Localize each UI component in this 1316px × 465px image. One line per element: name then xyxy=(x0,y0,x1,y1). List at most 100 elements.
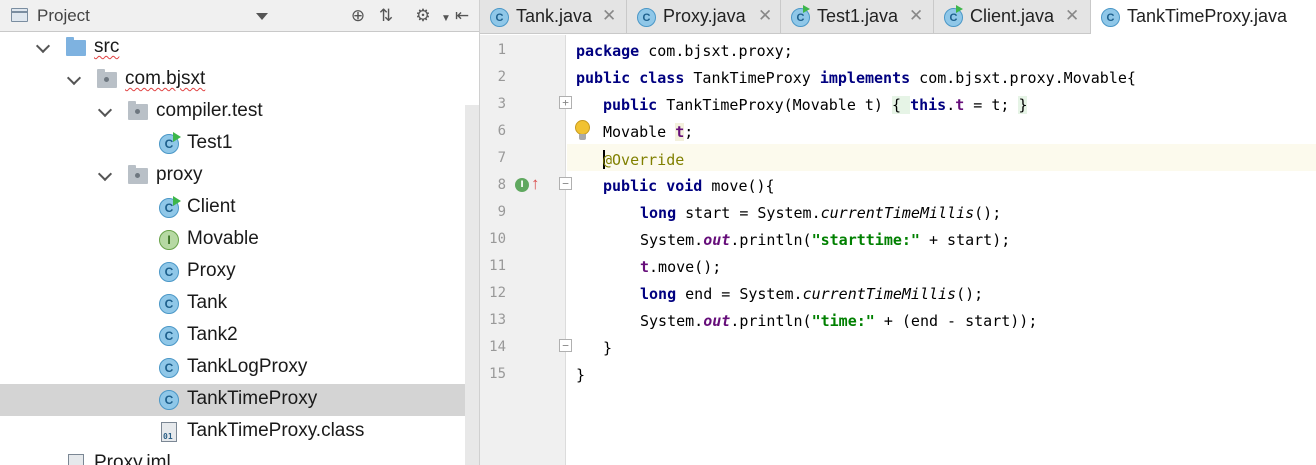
line-number: 3 xyxy=(497,96,506,112)
tree-item-proxy-iml[interactable]: Proxy.iml xyxy=(0,448,479,465)
line-number: 12 xyxy=(489,285,506,301)
line-number: 15 xyxy=(489,366,506,382)
tree-item-label: src xyxy=(94,36,120,57)
code-line-12: long end = System.currentTimeMillis(); xyxy=(640,285,984,303)
project-tree: src com.bjsxt compiler.test C Test1 prox… xyxy=(0,32,479,465)
tab-tanktimeproxy-java[interactable]: C TankTimeProxy.java xyxy=(1091,0,1316,35)
package-icon xyxy=(97,69,117,88)
runnable-icon xyxy=(956,5,963,13)
tree-item-label: Test1 xyxy=(187,132,233,153)
interface-icon: I xyxy=(159,230,179,250)
code-line-11: t.move(); xyxy=(640,258,722,276)
class-icon: C xyxy=(490,8,509,27)
close-icon[interactable]: ✕ xyxy=(1065,6,1079,26)
tree-item-tank2[interactable]: C Tank2 xyxy=(0,320,479,352)
tree-item-label: TankTimeProxy xyxy=(187,388,318,409)
code-line-9: long start = System.currentTimeMillis(); xyxy=(640,204,1002,222)
class-icon: C xyxy=(159,326,179,346)
tree-item-label: proxy xyxy=(156,164,203,185)
line-number: 1 xyxy=(497,42,506,58)
collapse-all-icon[interactable]: ⇅ xyxy=(374,4,398,28)
tree-item-test1[interactable]: C Test1 xyxy=(0,128,479,160)
tree-item-label: Proxy xyxy=(187,260,236,281)
tree-item-label: TankLogProxy xyxy=(187,356,308,377)
close-icon[interactable]: ✕ xyxy=(602,6,616,26)
intention-bulb-icon[interactable] xyxy=(573,120,591,142)
tree-item-client[interactable]: C Client xyxy=(0,192,479,224)
line-number: 11 xyxy=(489,258,506,274)
tree-item-proxy[interactable]: proxy xyxy=(0,160,479,192)
chevron-down-icon[interactable] xyxy=(66,70,82,86)
tree-item-label: Tank2 xyxy=(187,324,238,345)
chevron-down-icon[interactable] xyxy=(97,166,113,182)
code-line-7: @Override xyxy=(603,150,685,169)
arrow-up-icon[interactable]: ↑ xyxy=(531,175,540,192)
tree-item-tanktimeproxy[interactable]: C TankTimeProxy xyxy=(0,384,479,416)
tree-item-label: Movable xyxy=(187,228,259,249)
class-icon: C xyxy=(159,390,179,410)
tree-item-src[interactable]: src xyxy=(0,32,479,64)
chevron-down-icon[interactable] xyxy=(256,13,268,20)
code-line-10: System.out.println("starttime:" + start)… xyxy=(640,231,1011,249)
tree-item-compiler-test[interactable]: compiler.test xyxy=(0,96,479,128)
package-icon xyxy=(128,101,148,120)
tab-proxy-java[interactable]: C Proxy.java ✕ xyxy=(627,0,781,34)
implements-method-icon[interactable]: I xyxy=(515,178,529,192)
gear-icon[interactable]: ⚙ xyxy=(411,4,435,28)
tree-item-label: Client xyxy=(187,196,236,217)
tree-item-proxy-class[interactable]: C Proxy xyxy=(0,256,479,288)
runnable-icon xyxy=(803,5,810,13)
crosshair-icon[interactable]: ⊕ xyxy=(346,4,370,28)
code-area[interactable]: package com.bjsxt.proxy; public class Ta… xyxy=(567,35,1316,465)
tree-item-label: com.bjsxt xyxy=(125,68,206,89)
line-number: 9 xyxy=(497,204,506,220)
line-number: 7 xyxy=(497,150,506,166)
line-number: 10 xyxy=(489,231,506,247)
tree-item-tank[interactable]: C Tank xyxy=(0,288,479,320)
code-line-3: public TankTimeProxy(Movable t) { this.t… xyxy=(603,96,1028,114)
tree-item-movable[interactable]: I Movable xyxy=(0,224,479,256)
close-icon[interactable]: ✕ xyxy=(758,6,772,26)
class-icon: C xyxy=(1101,8,1120,27)
line-number: 14 xyxy=(489,339,506,355)
tree-item-label: compiler.test xyxy=(156,100,263,121)
binary-file-icon xyxy=(161,422,177,442)
code-line-1: package com.bjsxt.proxy; xyxy=(576,42,793,60)
hide-panel-icon[interactable]: ⇤ xyxy=(450,4,474,28)
line-number: 2 xyxy=(497,69,506,85)
chevron-down-icon[interactable] xyxy=(97,102,113,118)
tab-client-java[interactable]: C Client.java ✕ xyxy=(934,0,1091,34)
project-view-selector[interactable]: Project xyxy=(37,6,90,26)
code-line-6: Movable t; xyxy=(603,123,694,141)
editor-tab-bar: C Tank.java ✕ C Proxy.java ✕ C Test1.jav… xyxy=(480,0,1316,35)
class-icon: C xyxy=(159,358,179,378)
tree-item-label: Proxy.iml xyxy=(94,452,171,465)
tree-item-tanktimeproxy-class[interactable]: TankTimeProxy.class xyxy=(0,416,479,448)
chevron-down-icon[interactable] xyxy=(35,38,51,54)
editor-gutter: 1 2 3 6 7 8 9 10 11 12 13 14 15 I ↑ + − … xyxy=(480,35,572,465)
code-line-14: } xyxy=(603,339,613,357)
tree-item-label: Tank xyxy=(187,292,228,313)
close-icon[interactable]: ✕ xyxy=(909,6,923,26)
tree-item-label: TankTimeProxy.class xyxy=(187,420,365,441)
line-number: 6 xyxy=(497,123,506,139)
code-line-8: public void move(){ xyxy=(603,177,775,195)
line-number: 13 xyxy=(489,312,506,328)
class-icon: C xyxy=(637,8,656,27)
line-number: 8 xyxy=(497,177,506,193)
module-file-icon xyxy=(68,454,84,465)
project-panel-header: Project ⊕ ⇅ ⚙ ▼ ⇤ xyxy=(0,0,479,32)
source-folder-icon xyxy=(66,37,86,56)
tree-scrollbar[interactable] xyxy=(465,105,479,465)
class-icon: C xyxy=(159,294,179,314)
editor-panel: C Tank.java ✕ C Proxy.java ✕ C Test1.jav… xyxy=(480,0,1316,465)
package-icon xyxy=(128,165,148,184)
runnable-icon xyxy=(173,196,181,206)
tree-item-com-bjsxt[interactable]: com.bjsxt xyxy=(0,64,479,96)
tab-tank-java[interactable]: C Tank.java ✕ xyxy=(480,0,627,34)
tree-item-tanklogproxy[interactable]: C TankLogProxy xyxy=(0,352,479,384)
class-icon: C xyxy=(159,262,179,282)
tab-test1-java[interactable]: C Test1.java ✕ xyxy=(781,0,934,34)
runnable-icon xyxy=(173,132,181,142)
project-panel: Project ⊕ ⇅ ⚙ ▼ ⇤ src com.bjsxt compiler… xyxy=(0,0,480,465)
